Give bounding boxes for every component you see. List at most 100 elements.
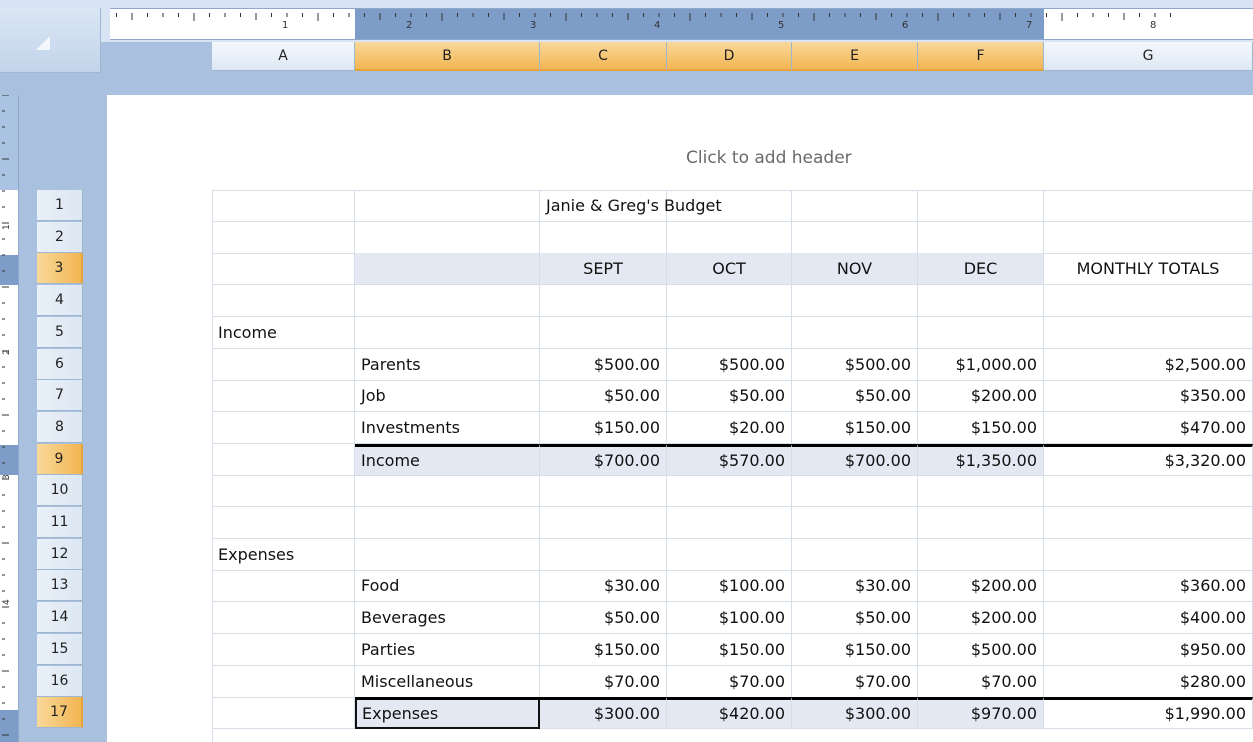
cell-a2[interactable]: [212, 222, 355, 254]
cell-d10[interactable]: [667, 475, 792, 507]
cell-b3[interactable]: [355, 253, 540, 285]
cell-c17[interactable]: $300.00: [540, 697, 667, 729]
cell-d8[interactable]: $20.00: [667, 412, 792, 444]
cell-a7[interactable]: [212, 380, 355, 412]
cell-d5[interactable]: [667, 317, 792, 349]
cell-b11[interactable]: [355, 507, 540, 539]
cell-e9[interactable]: $700.00: [792, 444, 918, 476]
row-header-10[interactable]: 10: [37, 475, 83, 506]
column-header-f[interactable]: F: [918, 42, 1044, 71]
row-header-13[interactable]: 13: [37, 570, 83, 601]
cell-e1[interactable]: [792, 190, 918, 222]
select-all-button[interactable]: [0, 8, 101, 73]
cell-f11[interactable]: [918, 507, 1044, 539]
cell-b7[interactable]: Job: [355, 380, 540, 412]
cell-f7[interactable]: $200.00: [918, 380, 1044, 412]
cell-f14[interactable]: $200.00: [918, 602, 1044, 634]
cell-g14[interactable]: $400.00: [1044, 602, 1253, 634]
cell-d3[interactable]: OCT: [667, 253, 792, 285]
cell-f17[interactable]: $970.00: [918, 697, 1044, 729]
cell-e5[interactable]: [792, 317, 918, 349]
row-header-11[interactable]: 11: [37, 507, 83, 538]
cell-b17[interactable]: Expenses: [355, 697, 540, 729]
cell-g11[interactable]: [1044, 507, 1253, 539]
cell-g8[interactable]: $470.00: [1044, 412, 1253, 444]
cell-f13[interactable]: $200.00: [918, 570, 1044, 602]
cell-b2[interactable]: [355, 222, 540, 254]
cell-f9[interactable]: $1,350.00: [918, 444, 1044, 476]
column-header-g[interactable]: G: [1044, 42, 1253, 71]
cell-g10[interactable]: [1044, 475, 1253, 507]
row-header-15[interactable]: 15: [37, 634, 83, 665]
cell-b13[interactable]: Food: [355, 570, 540, 602]
row-header-2[interactable]: 2: [37, 222, 83, 253]
cell-e14[interactable]: $50.00: [792, 602, 918, 634]
cell-f12[interactable]: [918, 539, 1044, 571]
cell-f3[interactable]: DEC: [918, 253, 1044, 285]
cell-b9[interactable]: Income: [355, 444, 540, 476]
cell-e11[interactable]: [792, 507, 918, 539]
column-header-a[interactable]: A: [212, 42, 355, 71]
cell-e6[interactable]: $500.00: [792, 349, 918, 381]
cell-b10[interactable]: [355, 475, 540, 507]
cell-d2[interactable]: [667, 222, 792, 254]
cell-c8[interactable]: $150.00: [540, 412, 667, 444]
cell-b16[interactable]: Miscellaneous: [355, 666, 540, 698]
cell-b14[interactable]: Beverages: [355, 602, 540, 634]
cell-g15[interactable]: $950.00: [1044, 634, 1253, 666]
cell-d7[interactable]: $50.00: [667, 380, 792, 412]
row-header-4[interactable]: 4: [37, 285, 83, 316]
cell-a16[interactable]: [212, 666, 355, 698]
column-header-c[interactable]: C: [540, 42, 667, 71]
cell-g13[interactable]: $360.00: [1044, 570, 1253, 602]
cell-f10[interactable]: [918, 475, 1044, 507]
cell-g1[interactable]: [1044, 190, 1253, 222]
cell-c10[interactable]: [540, 475, 667, 507]
cell-b4[interactable]: [355, 285, 540, 317]
cell-d9[interactable]: $570.00: [667, 444, 792, 476]
row-header-7[interactable]: 7: [37, 380, 83, 411]
column-header-d[interactable]: D: [667, 42, 792, 71]
cell-g9[interactable]: $3,320.00: [1044, 444, 1253, 476]
cell-f15[interactable]: $500.00: [918, 634, 1044, 666]
cell-g16[interactable]: $280.00: [1044, 666, 1253, 698]
cell-a14[interactable]: [212, 602, 355, 634]
cell-c2[interactable]: [540, 222, 667, 254]
cell-c15[interactable]: $150.00: [540, 634, 667, 666]
cell-g17[interactable]: $1,990.00: [1044, 697, 1253, 729]
cell-c11[interactable]: [540, 507, 667, 539]
cell-f5[interactable]: [918, 317, 1044, 349]
cell-d6[interactable]: $500.00: [667, 349, 792, 381]
cell-e10[interactable]: [792, 475, 918, 507]
cell-c9[interactable]: $700.00: [540, 444, 667, 476]
row-header-5[interactable]: 5: [37, 317, 83, 348]
cell-a15[interactable]: [212, 634, 355, 666]
cell-b12[interactable]: [355, 539, 540, 571]
row-header-3[interactable]: 3: [37, 253, 83, 284]
cell-e7[interactable]: $50.00: [792, 380, 918, 412]
cell-a12[interactable]: Expenses: [212, 539, 355, 571]
cell-e8[interactable]: $150.00: [792, 412, 918, 444]
cell-e16[interactable]: $70.00: [792, 666, 918, 698]
cell-a9[interactable]: [212, 444, 355, 476]
cell-d15[interactable]: $150.00: [667, 634, 792, 666]
cell-c4[interactable]: [540, 285, 667, 317]
cell-e2[interactable]: [792, 222, 918, 254]
row-header-9[interactable]: 9: [37, 444, 83, 475]
cell-c12[interactable]: [540, 539, 667, 571]
cell-e4[interactable]: [792, 285, 918, 317]
cell-g6[interactable]: $2,500.00: [1044, 349, 1253, 381]
cell-c5[interactable]: [540, 317, 667, 349]
header-placeholder[interactable]: Click to add header: [686, 148, 852, 168]
cell-c13[interactable]: $30.00: [540, 570, 667, 602]
cell-a17[interactable]: [212, 697, 355, 729]
cell-a4[interactable]: [212, 285, 355, 317]
cell-d17[interactable]: $420.00: [667, 697, 792, 729]
cell-c16[interactable]: $70.00: [540, 666, 667, 698]
cell-c14[interactable]: $50.00: [540, 602, 667, 634]
row-header-8[interactable]: 8: [37, 412, 83, 443]
vertical-ruler[interactable]: 1 2 3 4: [0, 95, 19, 742]
cell-e13[interactable]: $30.00: [792, 570, 918, 602]
cell-d4[interactable]: [667, 285, 792, 317]
cell-b1[interactable]: [355, 190, 540, 222]
